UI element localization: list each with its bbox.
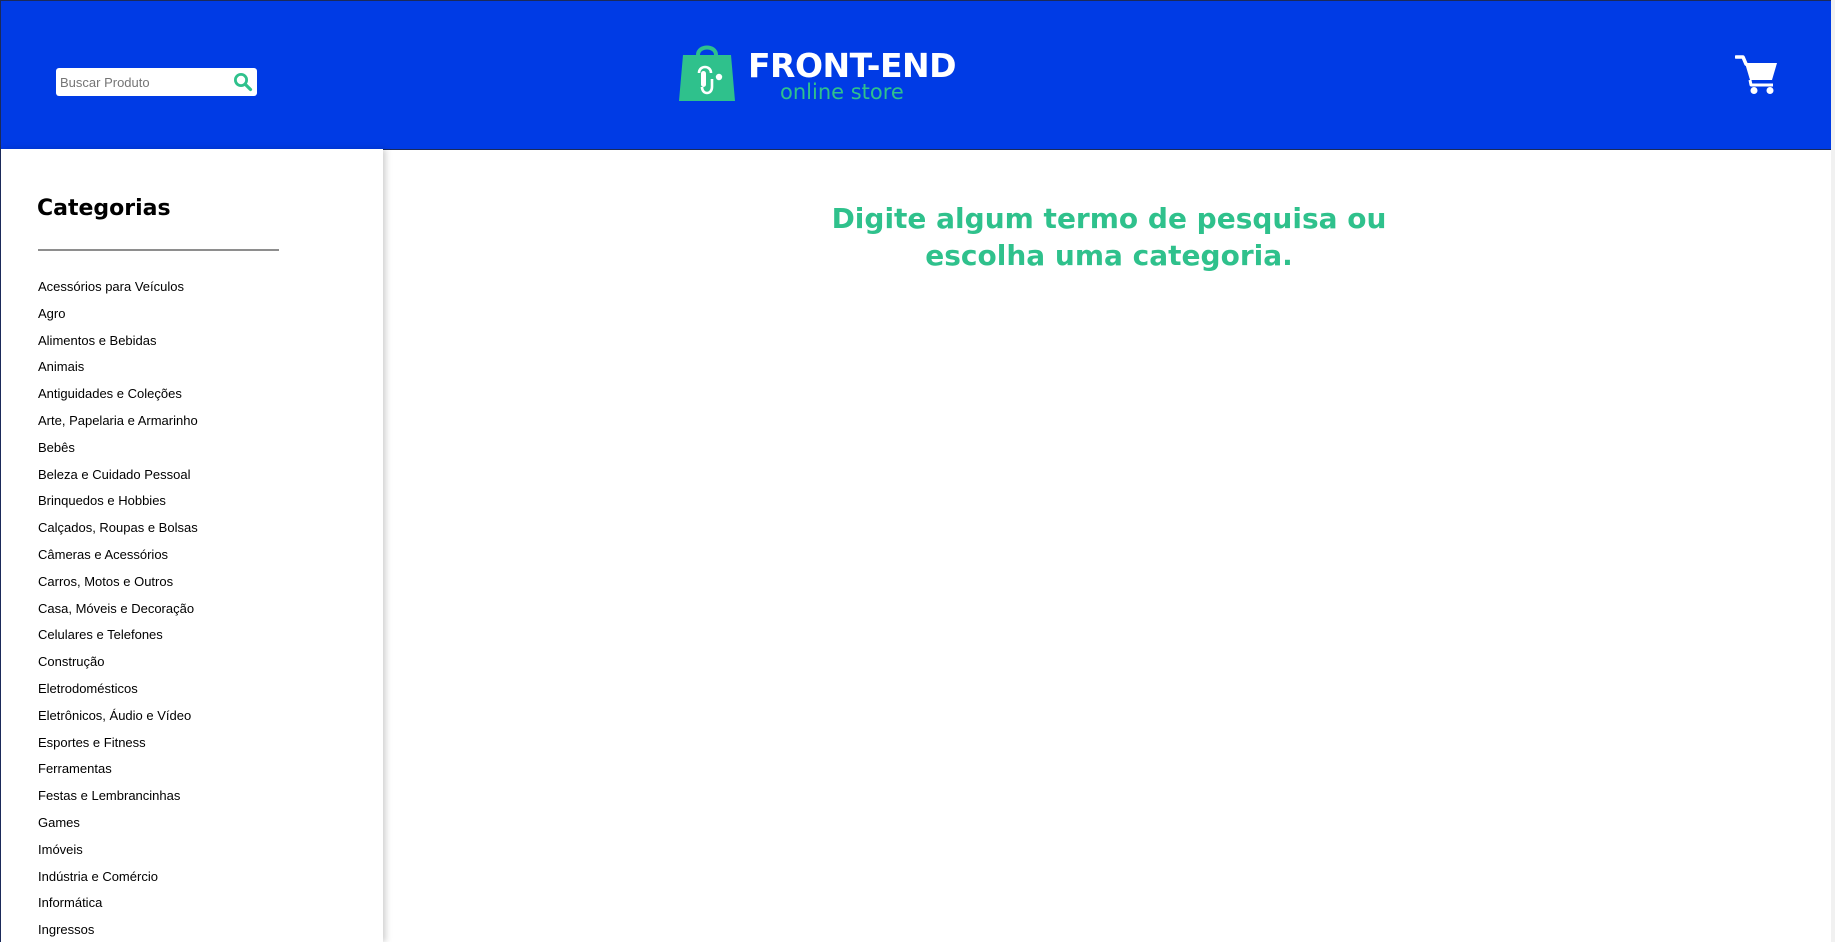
cart-icon: [1734, 55, 1777, 94]
category-item[interactable]: Beleza e Cuidado Pessoal: [38, 462, 198, 489]
category-item[interactable]: Celulares e Telefones: [38, 622, 198, 649]
category-item[interactable]: Bebês: [38, 435, 198, 462]
category-item[interactable]: Animais: [38, 354, 198, 381]
category-item[interactable]: Eletrônicos, Áudio e Vídeo: [38, 703, 198, 730]
store-logo[interactable]: FRONT-END online store: [678, 39, 957, 105]
category-item[interactable]: Carros, Motos e Outros: [38, 569, 198, 596]
site-header: FRONT-END online store: [0, 0, 1832, 150]
logo-subtitle: online store: [780, 80, 904, 104]
shopping-bag-icon: [679, 45, 735, 101]
category-item[interactable]: Festas e Lembrancinhas: [38, 783, 198, 810]
logo-title: FRONT-END: [748, 46, 957, 85]
category-item[interactable]: Ingressos: [38, 917, 198, 942]
sidebar-title: Categorias: [37, 196, 171, 221]
category-item[interactable]: Antiguidades e Coleções: [38, 381, 198, 408]
message-line-2: escolha uma categoria.: [925, 239, 1293, 272]
category-item[interactable]: Construção: [38, 649, 198, 676]
category-item[interactable]: Câmeras e Acessórios: [38, 542, 198, 569]
category-item[interactable]: Informática: [38, 890, 198, 917]
category-item[interactable]: Imóveis: [38, 837, 198, 864]
search-icon: [234, 73, 253, 92]
category-item[interactable]: Brinquedos e Hobbies: [38, 488, 198, 515]
window-scroll-edge: [1831, 0, 1835, 942]
search-box: [56, 68, 257, 96]
category-item[interactable]: Calçados, Roupas e Bolsas: [38, 515, 198, 542]
category-list: Acessórios para Veículos Agro Alimentos …: [38, 274, 198, 942]
category-item[interactable]: Games: [38, 810, 198, 837]
search-button[interactable]: [229, 68, 257, 96]
category-item[interactable]: Arte, Papelaria e Armarinho: [38, 408, 198, 435]
category-item[interactable]: Eletrodomésticos: [38, 676, 198, 703]
empty-search-message: Digite algum termo de pesquisa ou escolh…: [820, 200, 1398, 274]
search-input[interactable]: [58, 70, 230, 94]
cart-button[interactable]: [1734, 53, 1779, 95]
category-item[interactable]: Acessórios para Veículos: [38, 274, 198, 301]
category-item[interactable]: Indústria e Comércio: [38, 864, 198, 891]
sidebar-divider: [38, 249, 279, 251]
categories-sidebar: Categorias Acessórios para Veículos Agro…: [0, 149, 383, 942]
category-item[interactable]: Casa, Móveis e Decoração: [38, 596, 198, 623]
message-line-1: Digite algum termo de pesquisa ou: [831, 202, 1387, 235]
category-item[interactable]: Agro: [38, 301, 198, 328]
category-item[interactable]: Esportes e Fitness: [38, 730, 198, 757]
category-item[interactable]: Ferramentas: [38, 756, 198, 783]
category-item[interactable]: Alimentos e Bebidas: [38, 328, 198, 355]
